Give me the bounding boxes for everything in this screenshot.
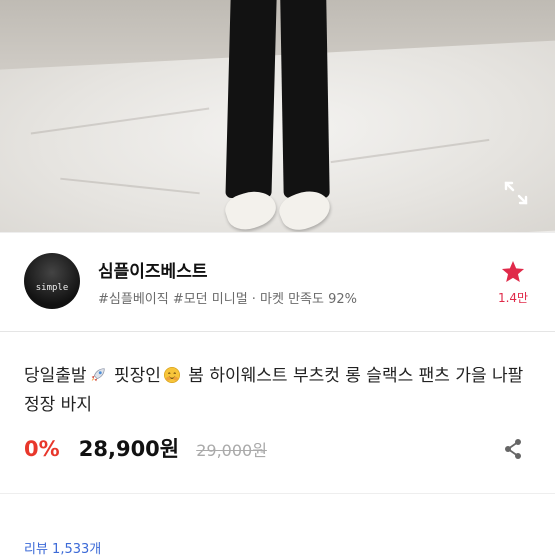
title-text: 핏장인 [108,366,161,386]
star-icon [501,260,525,282]
avatar-text: simple [35,283,69,293]
seller-name[interactable]: 심플이즈베스트 [98,257,207,282]
rocket-emoji [91,368,105,382]
product-image[interactable] [0,0,555,232]
original-price: 29,000원 [196,441,267,460]
share-icon[interactable] [501,437,525,461]
expand-icon[interactable] [503,180,529,206]
sale-price: 28,900원 [78,437,180,461]
product-title: 당일출발 핏장인 봄 하이웨스트 부츠컷 롱 슬랙스 팬츠 가을 나팔 정장 바… [24,362,534,420]
discount-rate: 0% [24,437,60,461]
seller-avatar[interactable]: simple [24,253,80,309]
review-link[interactable]: 리뷰 1,533개 [24,538,101,557]
seller-tags: #심플베이직 #모던 미니멀 · 마켓 만족도 92% [98,292,358,307]
price-row: 0% 28,900원 29,000원 [24,433,267,463]
seller-section: simple 심플이즈베스트 #심플베이직 #모던 미니멀 · 마켓 만족도 9… [0,232,555,332]
smile-emoji [163,366,180,384]
title-text: 당일출발 [24,366,87,386]
section-divider [0,493,555,494]
pants-leg-left [225,0,277,198]
like-count: 1.4만 [497,291,529,305]
background-sheet [0,39,555,232]
like-button[interactable]: 1.4만 [491,259,535,306]
pants-leg-right [280,0,330,198]
